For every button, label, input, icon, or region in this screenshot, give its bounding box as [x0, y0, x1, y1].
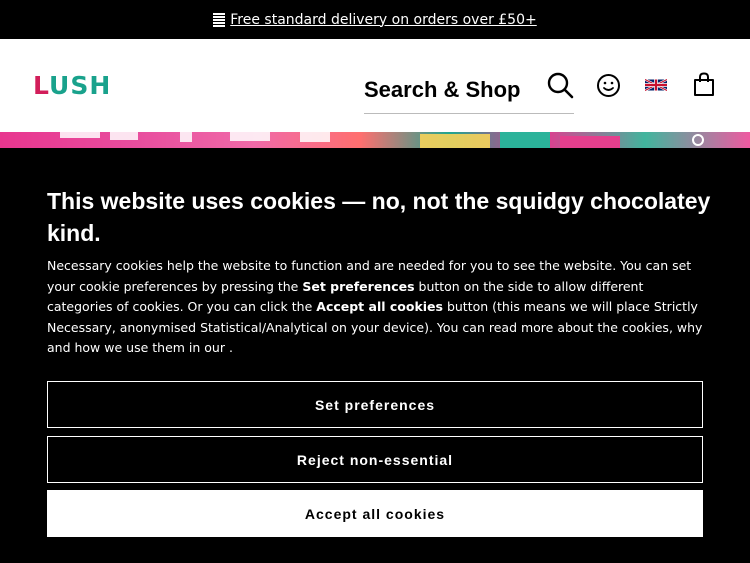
- free-delivery-link[interactable]: Free standard delivery on orders over £5…: [230, 12, 536, 28]
- cookie-title: This website uses cookies — no, not the …: [47, 188, 711, 246]
- cookie-description: Necessary cookies help the website to fu…: [47, 256, 707, 359]
- logo-letters-ush: USH: [49, 71, 112, 100]
- search-label: Search & Shop: [364, 77, 521, 102]
- search-icon[interactable]: [546, 71, 574, 99]
- shopping-bag-icon[interactable]: [693, 72, 715, 97]
- uk-flag-icon[interactable]: [645, 78, 667, 92]
- accept-all-cookies-button[interactable]: Accept all cookies: [47, 490, 703, 537]
- cookie-consent-dialog: This website uses cookies — no, not the …: [0, 148, 750, 563]
- truck-icon: [213, 12, 226, 27]
- cookie-text-accept-all: Accept all cookies: [316, 299, 443, 315]
- search-and-shop-field[interactable]: Search & Shop: [364, 67, 574, 114]
- cookie-text-set-preferences: Set preferences: [302, 278, 415, 294]
- set-preferences-button[interactable]: Set preferences: [47, 381, 703, 428]
- logo-letter-l: L: [33, 71, 50, 100]
- announcement-bar: Free standard delivery on orders over £5…: [0, 0, 750, 39]
- banner-artwork: [60, 132, 704, 148]
- site-header: LUSH Search & Shop: [0, 39, 750, 132]
- hero-banner-strip: [0, 132, 750, 148]
- reject-non-essential-button[interactable]: Reject non-essential: [47, 436, 703, 483]
- lush-logo[interactable]: LUSH: [33, 72, 111, 100]
- account-smiley-icon[interactable]: [596, 73, 621, 98]
